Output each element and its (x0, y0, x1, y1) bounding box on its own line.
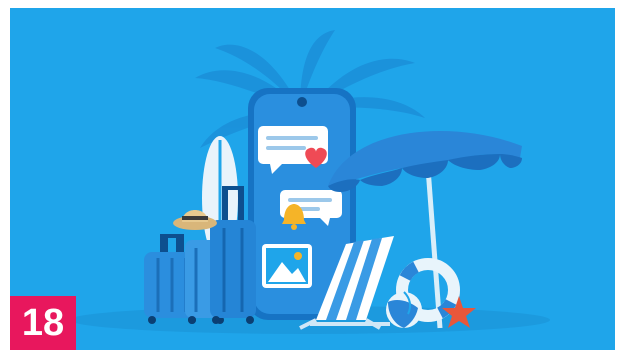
beach-ball-icon (386, 291, 422, 328)
thumbnail-frame: 18 (0, 0, 625, 358)
travel-illustration (10, 8, 615, 350)
rank-badge: 18 (10, 296, 76, 350)
image-icon (262, 244, 312, 288)
